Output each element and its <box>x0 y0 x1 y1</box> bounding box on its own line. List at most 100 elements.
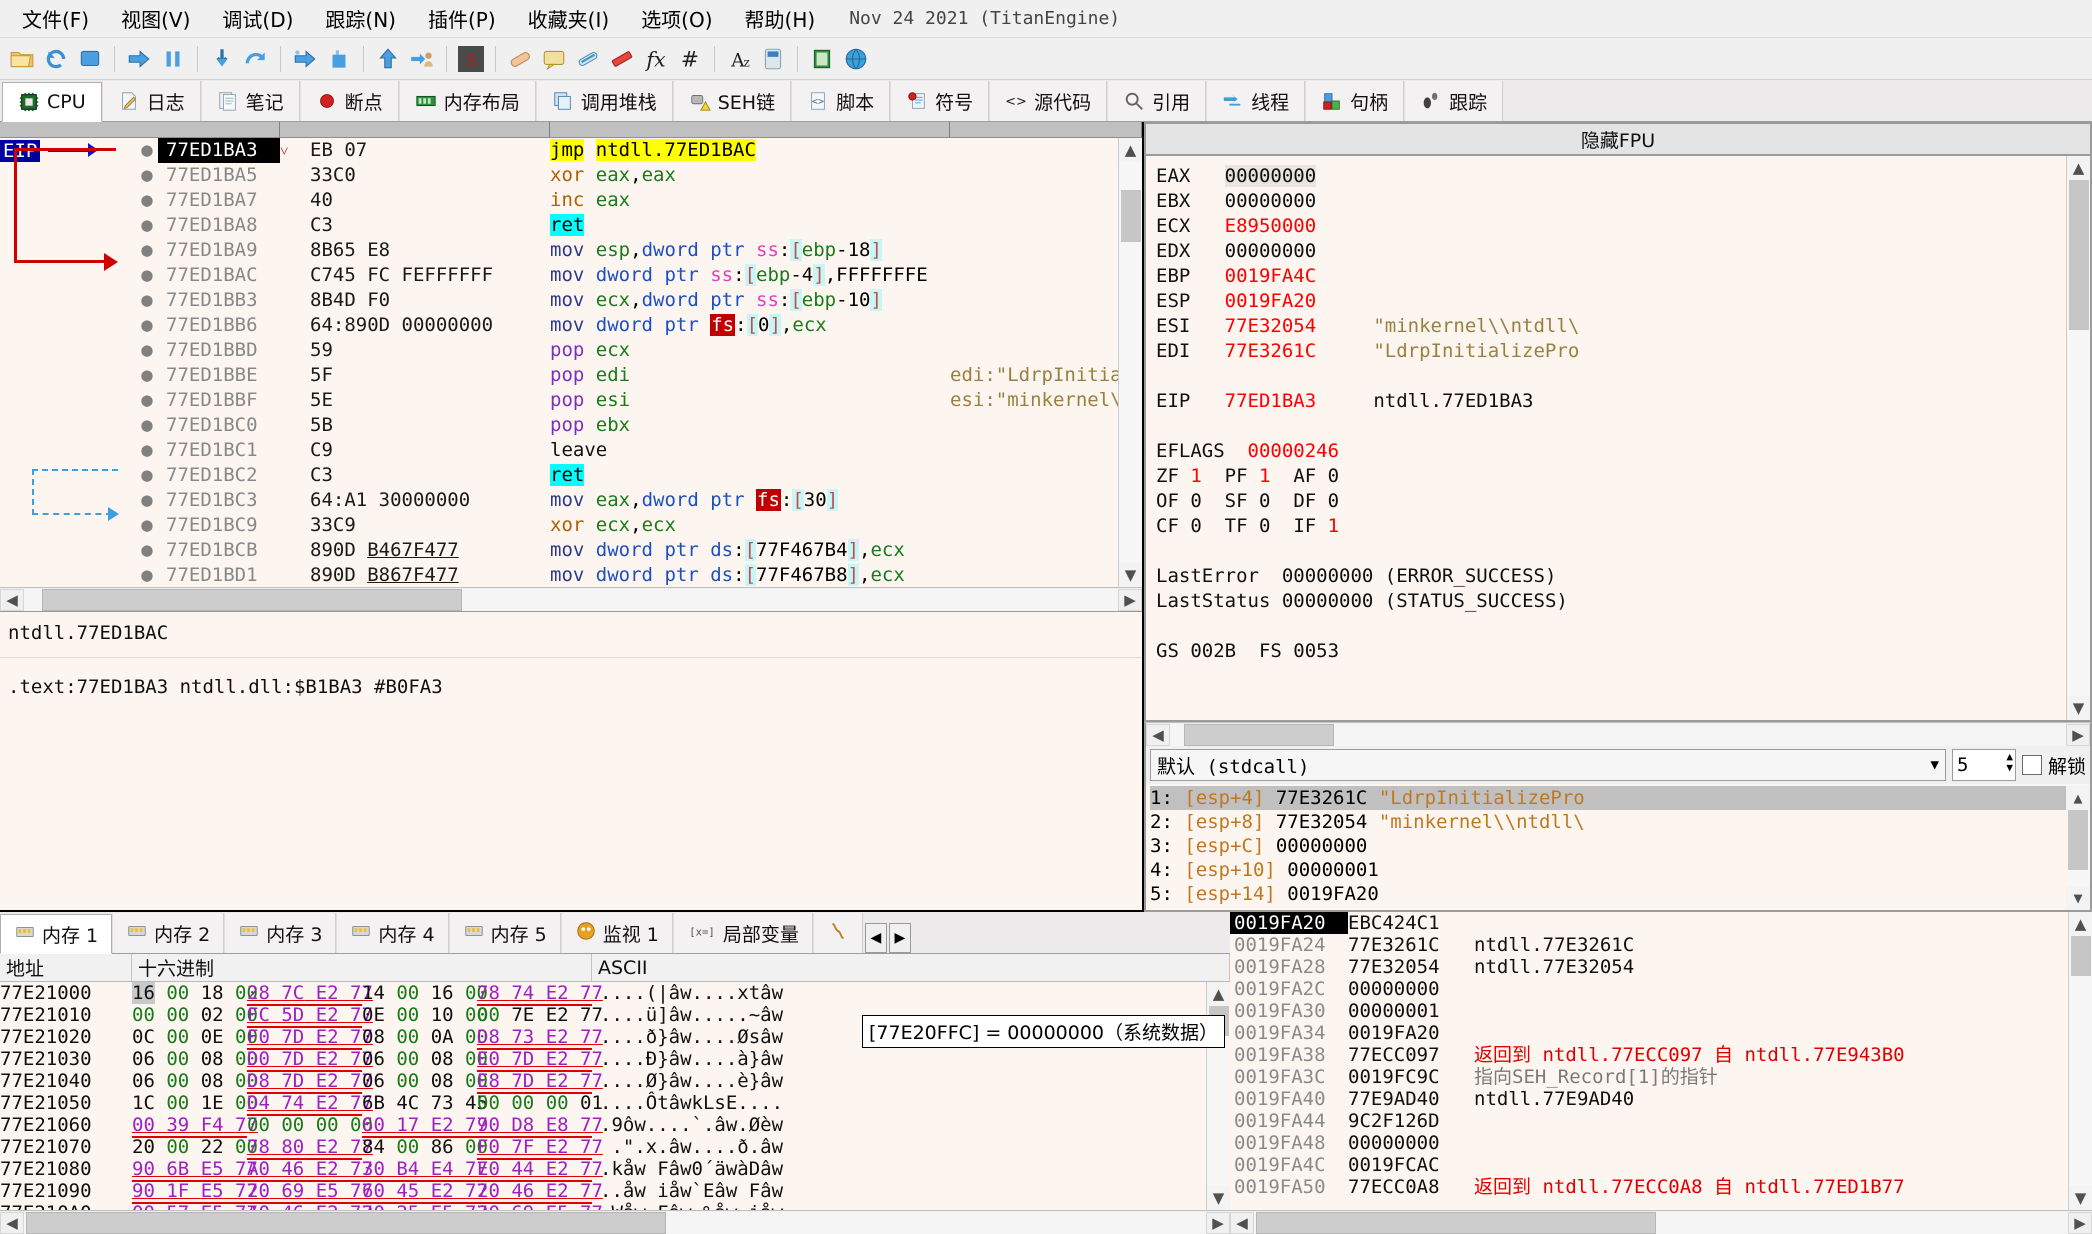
dump-hex-group[interactable]: 20 46 E2 77 <box>477 1180 603 1204</box>
scroll-down-icon[interactable]: ▼ <box>2066 886 2090 910</box>
instruction-text[interactable]: ret <box>550 213 950 238</box>
scroll-right-icon[interactable]: ▶ <box>2066 723 2090 746</box>
notes-icon[interactable] <box>806 43 838 75</box>
dump-hex-group[interactable]: 90 D8 E8 77 <box>477 1114 603 1138</box>
tab-source[interactable]: <> 源代码 <box>989 81 1108 121</box>
stack-address[interactable]: 0019FA4C <box>1230 1154 1348 1176</box>
breakpoint-dot[interactable]: ● <box>136 238 158 263</box>
dump-hex-group[interactable]: 0C 00 0E 00 <box>132 1026 258 1048</box>
disassembly-row[interactable]: ● 77ED1BB6 64:890D 00000000 mov dword ptr f… <box>0 313 1118 338</box>
stack-comment[interactable] <box>1466 978 2068 1000</box>
dump-col-hex[interactable]: 十六进制 <box>132 954 592 981</box>
stack-value[interactable]: 77ECC097 <box>1348 1044 1466 1066</box>
register-value[interactable]: 0019FA20 <box>1225 290 1317 312</box>
dump-address[interactable]: 77E21070 <box>0 1136 132 1158</box>
dump-row[interactable]: 77E21030 06 00 08 00D0 7D E2 7706 00 08 0… <box>0 1048 1206 1072</box>
instruction-address[interactable]: 77ED1BC2 <box>158 463 280 488</box>
instruction-text[interactable]: xor eax,eax <box>550 163 950 188</box>
disassembly-row[interactable]: ● 77ED1BA7 40 inc eax <box>0 188 1118 213</box>
dump-ascii[interactable]: ....ÔtâwkLsE.... <box>592 1092 1206 1114</box>
instruction-address[interactable]: 77ED1BC9 <box>158 513 280 538</box>
dump-hex-group[interactable]: F0 7F E2 77 <box>477 1136 603 1160</box>
menu-options[interactable]: 选项(O) <box>625 0 728 37</box>
eflags-row[interactable]: EFLAGS 00000246 <box>1156 439 2066 464</box>
calling-convention-select[interactable]: 默认 (stdcall) ▼ <box>1150 749 1946 781</box>
disassembly-row[interactable]: ● 77ED1BCB 890D B467F477 mov dword ptr ds:[… <box>0 538 1118 563</box>
stack-address[interactable]: 0019FA24 <box>1230 934 1348 956</box>
scylla-icon[interactable]: S <box>455 43 487 75</box>
instruction-text[interactable]: ret <box>550 463 950 488</box>
stack-address[interactable]: 0019FA2C <box>1230 978 1348 1000</box>
dump-hex-group[interactable]: 06 00 08 00 <box>132 1070 258 1092</box>
dump-hex[interactable]: 90 6B E5 77A0 46 E2 7730 B4 E4 77E0 44 E… <box>132 1158 603 1182</box>
scroll-down-icon[interactable]: ▼ <box>2067 696 2091 720</box>
scroll-up-icon[interactable]: ▲ <box>2069 912 2092 936</box>
dump-ascii[interactable]: ....Ø}âw....è}âw <box>592 1070 1206 1092</box>
argument-value[interactable]: 77E3261C <box>1276 787 1368 809</box>
dump-hex-group[interactable]: 20 69 E5 77 <box>477 1202 603 1210</box>
tab-symbols[interactable]: 符号 <box>890 81 990 121</box>
dump-tabs-scroll-right[interactable]: ▶ <box>888 923 911 953</box>
instruction-address[interactable]: 77ED1BC1 <box>158 438 280 463</box>
globe-icon[interactable] <box>840 43 872 75</box>
disassembly-hscrollbar[interactable]: ◀ ▶ <box>0 587 1142 611</box>
stack-comment[interactable]: ntdll.77E9AD40 <box>1466 1088 2068 1110</box>
argument-row[interactable]: 4: [esp+10] 00000001 <box>1150 858 2066 882</box>
breakpoint-dot[interactable]: ● <box>136 163 158 188</box>
dump-ascii[interactable]: .9ôw....`.âw.Øèw <box>592 1114 1206 1136</box>
disassembly-row[interactable]: ●77ED1BBE 5Fpop ediedi:"LdrpInitiali <box>0 363 1118 388</box>
eflags-value[interactable]: 00000246 <box>1248 440 1340 462</box>
dump-hex-group[interactable]: 08 00 0A 00 <box>362 1026 488 1048</box>
stack-value[interactable]: 77E9AD40 <box>1348 1088 1466 1110</box>
breakpoint-dot[interactable]: ● <box>136 413 158 438</box>
flag-value[interactable]: 0 <box>1328 490 1339 512</box>
stack-value[interactable]: 0019FCAC <box>1348 1154 1466 1176</box>
tab-dump-5[interactable]: 内存 5 <box>448 913 561 953</box>
dump-ascii[interactable]: .kåw Fâw0´äwàDâw <box>592 1158 1206 1180</box>
breakpoint-dot[interactable]: ● <box>136 313 158 338</box>
scroll-left-icon[interactable]: ◀ <box>0 1211 24 1234</box>
dump-hex-group[interactable]: 1C 00 1E 00 <box>132 1092 258 1114</box>
dump-hex-group[interactable]: A0 46 E2 77 <box>247 1202 373 1210</box>
tab-dump-3[interactable]: 内存 3 <box>224 913 337 953</box>
instruction-address[interactable]: 77ED1BBE <box>158 363 280 388</box>
dump-row[interactable]: 77E210A000 57 E5 77A0 46 E2 7720 25 E5 7… <box>0 1202 1206 1210</box>
dump-hex-group[interactable]: 84 00 86 00 <box>362 1136 488 1158</box>
disassembly-row[interactable]: ● 77ED1BC0 5B pop ebx <box>0 413 1118 438</box>
dump-hex-group[interactable]: 06 00 08 00 <box>362 1070 488 1092</box>
instruction-bytes[interactable]: C9 <box>310 438 550 463</box>
register-row[interactable]: EBX 00000000 <box>1156 189 2066 214</box>
instruction-text[interactable]: leave <box>550 438 950 463</box>
dump-row[interactable]: 77E21060 00 39 F4 7700 00 00 0060 17 E2 7… <box>0 1114 1206 1138</box>
instruction-text[interactable]: pop esi <box>550 388 950 413</box>
disassembly-view[interactable]: EIP ● 77ED1BA3 ˅ EB 07 jmp ntdll.77ED1BA… <box>0 122 1142 612</box>
step-over-icon[interactable] <box>240 43 272 75</box>
instruction-address[interactable]: 77ED1BBF <box>158 388 280 413</box>
instruction-bytes[interactable]: C745 FC FEFFFFFF <box>310 263 550 288</box>
dump-address[interactable]: 77E21000 <box>0 982 132 1004</box>
stack-row[interactable]: 0019FA34 0019FA20 <box>1230 1022 2068 1044</box>
stepper-arrows[interactable]: ▲ ▼ <box>2006 751 2013 773</box>
dump-hex-group[interactable]: A0 46 E2 77 <box>247 1158 373 1182</box>
step-out-icon[interactable] <box>289 43 321 75</box>
dump-row[interactable]: 77E21050 1C 00 1E 00D4 74 E2 776B 4C 73 4… <box>0 1092 1206 1116</box>
dump-hscrollbar[interactable]: ◀ ▶ <box>0 1210 1230 1234</box>
instruction-address[interactable]: 77ED1BCB <box>158 538 280 563</box>
tab-watch-1[interactable]: 监视 1 <box>560 913 673 953</box>
dump-address[interactable]: 77E21020 <box>0 1026 132 1048</box>
register-value[interactable]: 00000000 <box>1225 240 1317 262</box>
chevron-down-icon[interactable]: ▼ <box>1931 757 1939 773</box>
stack-row[interactable]: 0019FA40 77E9AD40 ntdll.77E9AD40 <box>1230 1088 2068 1110</box>
run-icon[interactable] <box>123 43 155 75</box>
flag-value[interactable]: 0 <box>1259 490 1270 512</box>
breakpoint-dot[interactable]: ● <box>136 538 158 563</box>
dump-hex-group[interactable]: 30 B4 E4 77 <box>362 1158 488 1182</box>
instruction-address[interactable]: 77ED1BA5 <box>158 163 280 188</box>
tab-breakpoints[interactable]: 断点 <box>299 81 399 121</box>
stack-row[interactable]: 0019FA44 9C2F126D <box>1230 1110 2068 1132</box>
disassembly-row[interactable]: ● 77ED1BA8 C3 ret <box>0 213 1118 238</box>
stack-hscrollbar[interactable]: ◀ ▶ <box>1230 1210 2092 1234</box>
run-to-icon[interactable] <box>323 43 355 75</box>
open-icon[interactable] <box>6 43 38 75</box>
vscroll-thumb[interactable] <box>2068 180 2089 330</box>
